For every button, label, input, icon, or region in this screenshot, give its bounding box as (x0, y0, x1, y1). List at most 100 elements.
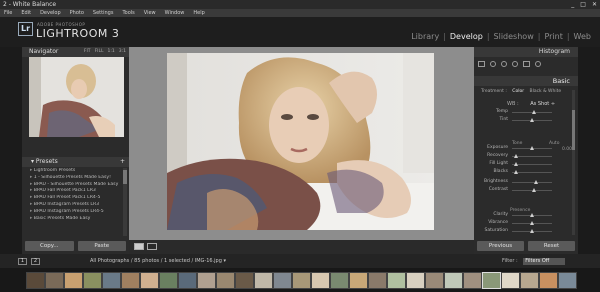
preset-folder-item[interactable]: 1 - Silhouette Presets Made Easy! (30, 175, 122, 182)
maximize-button[interactable]: □ (580, 0, 586, 9)
secondary-window-1[interactable]: 1 (18, 258, 27, 265)
paste-settings-button[interactable]: Paste (77, 241, 126, 251)
filmstrip-thumbnail[interactable] (501, 272, 520, 289)
loupe-view-icon[interactable] (134, 243, 144, 250)
filmstrip-thumbnail[interactable] (178, 272, 197, 289)
graduated-filter-icon[interactable] (523, 61, 530, 67)
grid-overlay-icon[interactable] (478, 61, 485, 67)
menu-window[interactable]: Window (165, 9, 185, 17)
zoom-fit[interactable]: FIT (84, 47, 91, 57)
zoom-fill[interactable]: FILL (95, 47, 104, 57)
filmstrip-thumbnail[interactable] (159, 272, 178, 289)
spot-removal-icon[interactable] (501, 61, 507, 67)
filmstrip-thumbnail[interactable] (406, 272, 425, 289)
filmstrip-thumbnail[interactable] (102, 272, 121, 289)
filmstrip-thumbnail[interactable] (349, 272, 368, 289)
filmstrip-thumbnail[interactable] (273, 272, 292, 289)
slider-handle[interactable] (529, 213, 534, 217)
navigator-preview[interactable] (29, 57, 124, 137)
filmstrip-thumbnail[interactable] (121, 272, 140, 289)
menu-develop[interactable]: Develop (40, 9, 61, 17)
scrollbar-thumb[interactable] (123, 170, 127, 184)
presets-scrollbar[interactable] (123, 168, 127, 236)
presets-header[interactable]: ▾ Presets + (22, 157, 129, 167)
filmstrip-thumbnail[interactable] (368, 272, 387, 289)
add-preset-button[interactable]: + (120, 157, 125, 167)
slider-handle[interactable] (529, 221, 534, 225)
filmstrip-thumbnail[interactable] (64, 272, 83, 289)
preset-folder-item[interactable]: BPAU Instagram Presets LR4-5 (30, 209, 122, 216)
filmstrip-thumbnail[interactable] (425, 272, 444, 289)
menu-tools[interactable]: Tools (122, 9, 134, 17)
scrollbar-thumb[interactable] (572, 110, 575, 150)
filmstrip-thumbnail[interactable] (444, 272, 463, 289)
slider-handle[interactable] (531, 188, 536, 192)
filmstrip-thumbnail[interactable] (197, 272, 216, 289)
module-slideshow[interactable]: Slideshow (493, 32, 535, 41)
adjustment-brush-icon[interactable] (535, 61, 541, 67)
crop-overlay-icon[interactable] (490, 61, 496, 67)
slider-handle[interactable] (529, 229, 534, 233)
right-panel-scrollbar[interactable] (572, 90, 575, 235)
preset-folder-item[interactable]: BPAU Instagram Presets LR3 (30, 202, 122, 209)
navigator-header[interactable]: Navigator FIT FILL 1:1 3:1 (22, 47, 129, 57)
menu-settings[interactable]: Settings (93, 9, 114, 17)
preset-folder-item[interactable]: BPAU Fall Preset Pack1 LR3 (30, 188, 122, 195)
filmstrip-thumbnail[interactable] (330, 272, 349, 289)
treatment-color-option[interactable]: Color (512, 89, 524, 94)
slider-handle[interactable] (531, 110, 536, 114)
slider-track[interactable] (512, 164, 552, 165)
right-panel-edge[interactable] (578, 47, 600, 254)
copy-settings-button[interactable]: Copy... (25, 241, 74, 251)
previous-button[interactable]: Previous (477, 241, 524, 251)
zoom-1to1[interactable]: 1:1 (108, 47, 115, 57)
module-print[interactable]: Print (543, 32, 563, 41)
menu-photo[interactable]: Photo (70, 9, 84, 17)
menu-help[interactable]: Help (193, 9, 204, 17)
filter-select[interactable]: Filters Off (523, 258, 566, 265)
module-web[interactable]: Web (573, 32, 592, 41)
filmstrip-thumbnail[interactable] (216, 272, 235, 289)
filmstrip-thumbnail[interactable] (235, 272, 254, 289)
slider-track[interactable] (512, 182, 552, 183)
preset-folder-item[interactable]: Basic Presets Made Easy (30, 216, 122, 223)
secondary-window-2[interactable]: 2 (31, 258, 40, 265)
filmstrip-thumbnail[interactable] (482, 272, 501, 289)
tone-auto-button[interactable]: Auto (549, 141, 559, 146)
main-photo[interactable] (167, 53, 434, 230)
filmstrip-thumbnail[interactable] (387, 272, 406, 289)
slider-track[interactable] (512, 156, 552, 157)
minimize-button[interactable]: _ (571, 0, 574, 9)
menu-edit[interactable]: Edit (21, 9, 31, 17)
reset-button[interactable]: Reset (528, 241, 575, 251)
filmstrip-thumbnail[interactable] (311, 272, 330, 289)
filmstrip-thumbnail[interactable] (292, 272, 311, 289)
filmstrip-thumbnail[interactable] (83, 272, 102, 289)
histogram-header[interactable]: Histogram (474, 47, 578, 57)
filmstrip-thumbnail[interactable] (520, 272, 539, 289)
filmstrip-thumbnail[interactable] (254, 272, 273, 289)
menu-view[interactable]: View (144, 9, 156, 17)
filmstrip-thumbnail[interactable] (26, 272, 45, 289)
filmstrip-thumbnail[interactable] (45, 272, 64, 289)
preset-folder-item[interactable]: BPAU Fall Preset Pack1 LR4-5 (30, 195, 122, 202)
filmstrip-source-path[interactable]: All Photographs / 85 photos / 1 selected… (90, 258, 226, 264)
module-library[interactable]: Library (410, 32, 440, 41)
close-button[interactable]: ✕ (592, 0, 597, 9)
preset-folder-item[interactable]: BPAU - Silhouette Presets Made Easy (30, 182, 122, 189)
left-panel-edge[interactable] (0, 47, 22, 254)
slider-handle[interactable] (533, 180, 538, 184)
preset-folder-item[interactable]: Lightroom Presets (30, 168, 122, 175)
module-develop[interactable]: Develop (449, 32, 484, 41)
slider-handle[interactable] (529, 146, 534, 150)
slider-handle[interactable] (529, 118, 534, 122)
basic-panel-header[interactable]: Basic (474, 76, 578, 86)
treatment-bw-option[interactable]: Black & White (529, 89, 561, 94)
filmstrip-thumbnail[interactable] (463, 272, 482, 289)
wb-preset-select[interactable]: As Shot ÷ (530, 101, 555, 107)
slider-handle[interactable] (514, 170, 519, 174)
filmstrip-thumbnail[interactable] (558, 272, 577, 289)
before-after-view-icon[interactable] (147, 243, 157, 250)
slider-handle[interactable] (513, 162, 518, 166)
slider-handle[interactable] (513, 154, 518, 158)
